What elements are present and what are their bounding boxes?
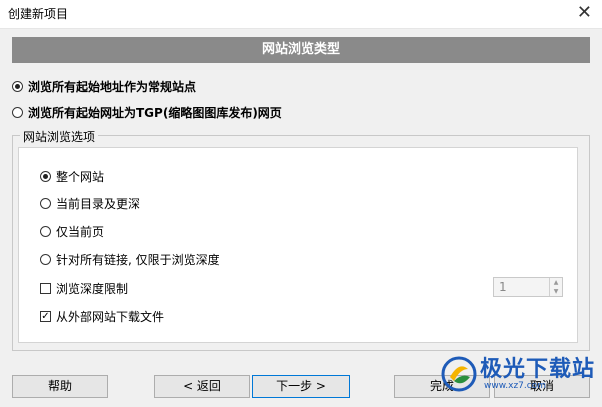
radio-selected-icon[interactable] — [40, 171, 51, 182]
help-button[interactable]: 帮助 — [12, 375, 108, 398]
radio-unselected-icon[interactable] — [12, 107, 23, 118]
back-button[interactable]: < 返回 — [154, 375, 250, 398]
checkbox-checked-icon[interactable]: ✓ — [40, 311, 51, 322]
checkbox-label: 从外部网站下载文件 — [56, 310, 165, 324]
section-header: 网站浏览类型 — [12, 37, 590, 63]
radio-unselected-icon[interactable] — [40, 254, 51, 265]
radio-selected-icon[interactable] — [12, 81, 23, 92]
depth-spinner[interactable]: 1 ▲ ▼ — [493, 277, 563, 297]
radio-unselected-icon[interactable] — [40, 198, 51, 209]
radio-all-links[interactable]: 针对所有链接, 仅限于浏览深度 — [40, 251, 220, 268]
radio-regular-sites[interactable]: 浏览所有起始地址作为常规站点 — [12, 78, 196, 95]
title-bar: 创建新项目 ✕ — [0, 0, 602, 29]
radio-label: 针对所有链接, 仅限于浏览深度 — [56, 253, 220, 267]
radio-label: 整个网站 — [56, 170, 105, 184]
checkbox-depth-limit[interactable]: 浏览深度限制 — [40, 280, 128, 297]
radio-current-dir[interactable]: 当前目录及更深 — [40, 195, 140, 212]
radio-label: 浏览所有起始地址作为常规站点 — [28, 80, 197, 94]
spinner-arrows-icon[interactable]: ▲ ▼ — [549, 278, 562, 296]
radio-label: 仅当前页 — [56, 225, 105, 239]
watermark: 极光下载站 www.xz7.com — [440, 351, 600, 405]
depth-value: 1 — [499, 280, 507, 294]
checkbox-label: 浏览深度限制 — [56, 282, 129, 296]
radio-label: 当前目录及更深 — [56, 197, 141, 211]
close-icon[interactable]: ✕ — [577, 2, 592, 24]
checkbox-unchecked-icon[interactable] — [40, 283, 51, 294]
radio-whole-site[interactable]: 整个网站 — [40, 168, 104, 185]
group-legend: 网站浏览选项 — [20, 128, 99, 145]
checkbox-external-sites[interactable]: ✓ 从外部网站下载文件 — [40, 308, 164, 325]
window-title: 创建新项目 — [8, 7, 69, 21]
next-button[interactable]: 下一步 > — [252, 375, 350, 398]
radio-unselected-icon[interactable] — [40, 226, 51, 237]
watermark-text: 极光下载站 — [480, 357, 596, 382]
radio-label: 浏览所有起始网址为TGP(缩略图图库发布)网页 — [28, 106, 282, 120]
radio-current-page[interactable]: 仅当前页 — [40, 223, 104, 240]
radio-tgp-pages[interactable]: 浏览所有起始网址为TGP(缩略图图库发布)网页 — [12, 104, 282, 121]
watermark-logo-icon — [441, 356, 477, 392]
watermark-url: www.xz7.com — [484, 381, 546, 391]
